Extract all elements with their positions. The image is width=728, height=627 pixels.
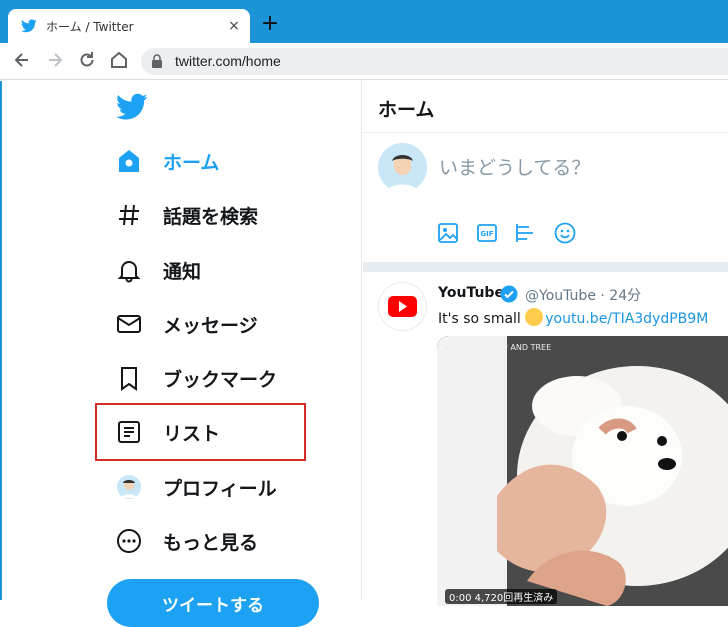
new-tab-button[interactable]: + [260,13,280,35]
browser-tab-bar: ホーム / Twitter × + [0,0,728,43]
emoji-icon[interactable] [553,221,577,245]
house-icon [111,51,127,68]
lock-icon [152,54,162,68]
reload-button[interactable] [76,50,98,72]
reload-icon [80,52,94,67]
tweet-button[interactable]: ツイートする [107,579,319,627]
sidebar: ホーム 話題を検索 通知 メッセージ ブックマーク リスト プロフィール もっと… [0,81,362,627]
twitter-favicon-icon [21,19,37,33]
sidebar-item-messages[interactable]: メッセージ [116,304,316,344]
main-timeline: ホーム いまどうしてる？ GIF YouTube @YouTube · 24分 … [363,81,728,606]
tweet-media-video[interactable]: ▶ 슈앤트리 | SHU AND TREE 0:00 4,720回再生済み [437,336,728,606]
sidebar-item-more[interactable]: もっと見る [116,521,316,561]
arrow-left-icon [14,53,28,67]
sidebar-item-label: メッセージ [163,315,258,337]
image-icon[interactable] [436,221,460,245]
twitter-logo-icon[interactable] [116,93,148,121]
url-text: twitter.com/home [175,53,281,69]
sidebar-item-label: プロフィール [163,478,277,500]
gif-icon[interactable]: GIF [475,221,499,245]
smiling-face-emoji-icon [525,308,544,326]
tweet-author-name[interactable]: YouTube [438,285,504,301]
avatar[interactable] [378,282,427,331]
sidebar-item-label: 通知 [163,261,202,283]
compose-input[interactable]: いまどうしてる？ [439,153,590,180]
svg-text:GIF: GIF [480,230,493,238]
puppy-video-thumbnail [437,336,728,606]
tweet-text-body: It's so small [438,311,526,327]
home-icon [119,150,139,172]
tweet-card[interactable]: YouTube @YouTube · 24分 It's so small you… [363,272,728,606]
highlight-box [95,403,306,461]
user-avatar-icon [378,143,427,192]
window-edge [0,81,2,600]
tweet-handle[interactable]: @YouTube · 24分 [525,285,641,305]
sidebar-item-label: もっと見る [163,532,259,554]
poll-icon[interactable] [514,221,538,245]
bookmark-icon [121,367,137,391]
sidebar-item-notifications[interactable]: 通知 [116,250,316,290]
video-timecode: 0:00 4,720回再生済み [445,589,558,604]
address-bar[interactable]: twitter.com/home [141,48,728,75]
divider [363,262,728,272]
tweet-button-label: ツイートする [162,596,264,616]
hashtag-icon [119,204,139,226]
back-button[interactable] [11,50,33,72]
page-title: ホーム [378,99,435,121]
sidebar-item-label: ホーム [163,152,220,174]
arrow-right-icon [49,53,63,67]
verified-badge-icon [500,285,518,303]
avatar-icon [117,475,141,499]
avatar[interactable] [378,143,427,192]
tab-close-icon[interactable]: × [224,16,244,36]
sidebar-item-label: ブックマーク [163,369,278,391]
forward-button[interactable] [44,50,66,72]
sidebar-item-explore[interactable]: 話題を検索 [116,195,316,235]
envelope-icon [117,315,141,333]
home-button[interactable] [108,50,130,72]
sidebar-item-home[interactable]: ホーム [116,141,316,181]
tweet-link[interactable]: youtu.be/TIA3dydPB9M [545,311,708,327]
sidebar-item-profile[interactable]: プロフィール [116,467,316,507]
video-caption: ▶ 슈앤트리 | SHU AND TREE [445,343,552,352]
timeline-header: ホーム [363,81,728,133]
sidebar-item-bookmarks[interactable]: ブックマーク [116,358,316,398]
tweet-text: It's so small youtu.be/TIA3dydPB9M [438,308,708,327]
browser-tab[interactable]: ホーム / Twitter × [8,9,250,43]
tab-title: ホーム / Twitter [46,20,134,34]
browser-toolbar: twitter.com/home [0,43,728,80]
compose-box: いまどうしてる？ GIF [363,133,728,262]
more-icon [117,529,141,553]
twitter-page: ホーム 話題を検索 通知 メッセージ ブックマーク リスト プロフィール もっと… [0,81,728,627]
bell-icon [117,261,141,283]
sidebar-item-label: 話題を検索 [163,206,259,228]
youtube-logo-icon [388,296,417,317]
